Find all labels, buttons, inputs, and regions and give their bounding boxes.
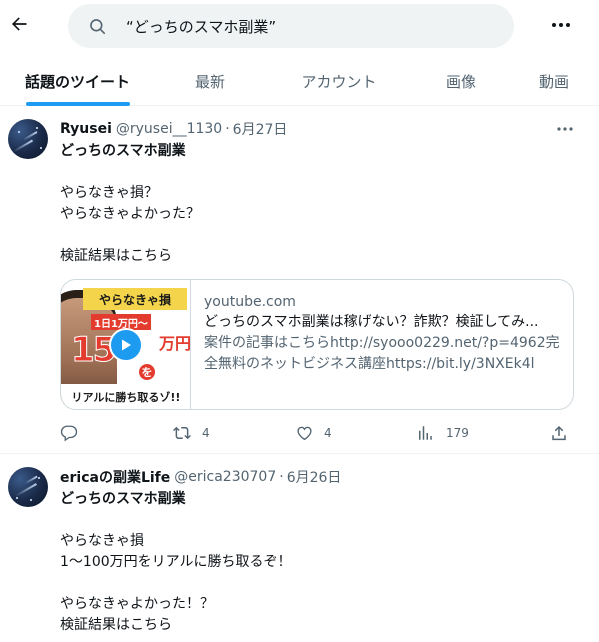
retweet-count: 4 bbox=[202, 426, 210, 440]
tweet[interactable]: ericaの副業Life @erica230707 · 6月26日 どっちのスマ… bbox=[0, 455, 599, 642]
search-input[interactable]: “どっちのスマホ副業” bbox=[126, 16, 276, 37]
tweet[interactable]: Ryusei @ryusei__1130 · 6月27日 どっちのスマホ副業 や… bbox=[0, 107, 599, 454]
tweet-text-line: やらなきゃよかった！？ bbox=[60, 596, 214, 612]
tweet-text-line: やらなきゃよかった？ bbox=[60, 206, 200, 222]
play-icon[interactable] bbox=[109, 328, 143, 362]
back-button[interactable] bbox=[4, 6, 34, 42]
reply-button[interactable] bbox=[60, 421, 88, 445]
thumbnail-unit: 万円 bbox=[159, 334, 191, 353]
tweet-text-line: 検証結果はこちら bbox=[60, 617, 172, 633]
card-domain: youtube.com bbox=[204, 294, 296, 310]
view-count: 179 bbox=[446, 426, 469, 440]
separator-dot: · bbox=[279, 469, 284, 485]
thumbnail-particle: を bbox=[139, 364, 155, 380]
tab-videos[interactable]: 動画 bbox=[509, 56, 599, 106]
tweet-header: ericaの副業Life @erica230707 · 6月26日 bbox=[60, 467, 341, 487]
heart-icon bbox=[297, 426, 312, 441]
tab-images[interactable]: 画像 bbox=[413, 56, 509, 106]
search-icon bbox=[86, 15, 108, 37]
tweet-date[interactable]: 6月26日 bbox=[287, 467, 342, 487]
retweet-icon bbox=[173, 426, 191, 440]
arrow-left-icon bbox=[12, 17, 27, 31]
tab-top[interactable]: 話題のツイート bbox=[0, 56, 155, 106]
display-name[interactable]: ericaの副業Life bbox=[60, 467, 170, 487]
tweet-text-line: やらなきゃ損 bbox=[60, 533, 144, 549]
tab-latest[interactable]: 最新 bbox=[155, 56, 265, 106]
tab-accounts[interactable]: アカウント bbox=[265, 56, 413, 106]
separator-dot: · bbox=[225, 121, 230, 137]
tweet-header: Ryusei @ryusei__1130 · 6月27日 bbox=[60, 119, 287, 139]
search-box[interactable]: “どっちのスマホ副業” bbox=[68, 4, 514, 48]
tab-label: 画像 bbox=[445, 72, 476, 91]
tweet-date[interactable]: 6月27日 bbox=[233, 119, 288, 139]
share-button[interactable] bbox=[550, 421, 568, 445]
tweet-text-line: 1〜100万円をリアルに勝ち取るぞ！ bbox=[60, 554, 292, 570]
active-tab-indicator bbox=[25, 102, 130, 106]
card-info: youtube.com どっちのスマホ副業は稼げない？詐欺？検証してみ... 案… bbox=[191, 280, 573, 409]
reply-icon bbox=[60, 425, 78, 442]
card-title: どっちのスマホ副業は稼げない？詐欺？検証してみ... bbox=[204, 314, 539, 330]
avatar[interactable] bbox=[8, 119, 48, 159]
link-card[interactable]: やらなきゃ損 1日1万円〜 150 万円 を リアルに勝ち取るゾ!! youtu… bbox=[60, 279, 574, 410]
search-tabs: 話題のツイート 最新 アカウント 画像 動画 bbox=[0, 56, 599, 106]
tab-label: アカウント bbox=[301, 72, 377, 91]
user-handle: @ryusei__1130 bbox=[115, 121, 223, 137]
thumbnail-banner: やらなきゃ損 bbox=[83, 288, 187, 310]
more-horizontal-icon bbox=[557, 127, 573, 131]
video-thumbnail[interactable]: やらなきゃ損 1日1万円〜 150 万円 を リアルに勝ち取るゾ!! bbox=[61, 280, 191, 409]
like-count: 4 bbox=[324, 426, 332, 440]
more-options-button[interactable] bbox=[544, 10, 578, 40]
user-handle: @erica230707 bbox=[174, 469, 277, 485]
tweet-text-line: どっちのスマホ副業 bbox=[60, 143, 186, 159]
top-header: “どっちのスマホ副業” 話題のツイート 最新 アカウント 画像 動画 bbox=[0, 0, 599, 106]
tweet-more-button[interactable] bbox=[552, 119, 578, 139]
share-icon bbox=[552, 425, 566, 441]
thumbnail-caption: リアルに勝ち取るゾ!! bbox=[61, 384, 190, 409]
tweet-text-line: 検証結果はこちら bbox=[60, 248, 172, 264]
like-button[interactable]: 4 bbox=[295, 421, 332, 445]
tweet-text-line: どっちのスマホ副業 bbox=[60, 491, 186, 507]
tab-label: 最新 bbox=[194, 72, 225, 91]
avatar[interactable] bbox=[8, 467, 48, 507]
tab-label: 動画 bbox=[538, 72, 569, 91]
retweet-button[interactable]: 4 bbox=[172, 421, 210, 445]
display-name[interactable]: Ryusei bbox=[60, 121, 112, 137]
card-description: 案件の記事はこちらhttp://syooo0229.net/?p=4962完 bbox=[204, 335, 559, 351]
analytics-icon bbox=[419, 426, 432, 440]
tweet-actions: 4 4 179 bbox=[54, 421, 574, 445]
views-button[interactable]: 179 bbox=[416, 421, 469, 445]
card-description: 全無料のネットビジネス講座https://bit.ly/3NXEk4l bbox=[204, 356, 535, 372]
tab-label: 話題のツイート bbox=[24, 72, 130, 91]
more-horizontal-icon bbox=[552, 23, 570, 27]
tweet-text-line: やらなきゃ損？ bbox=[60, 185, 158, 201]
